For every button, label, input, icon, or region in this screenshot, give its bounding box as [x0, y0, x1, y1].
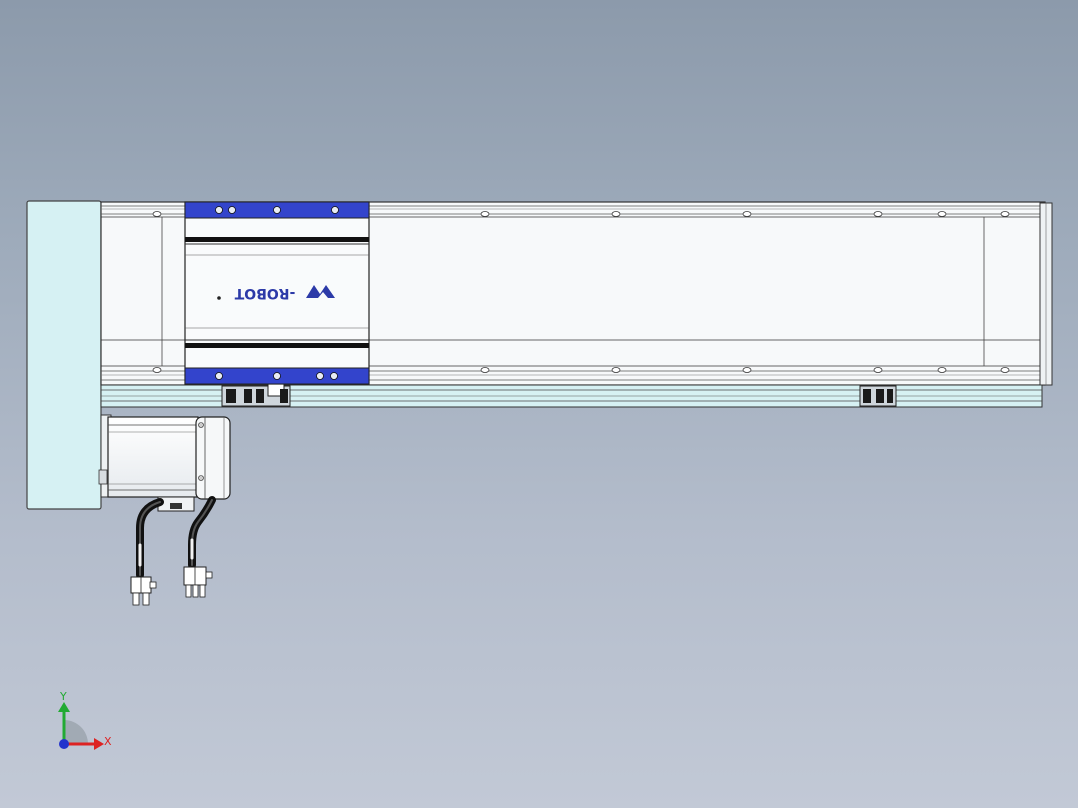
coordinate-triad: Y X [58, 690, 112, 750]
logo-text: -ROBOT [234, 285, 295, 301]
limit-sensor-right [859, 385, 897, 407]
cad-graphics-viewport[interactable]: -ROBOT Y X [0, 0, 1078, 808]
limit-sensor-left [221, 383, 291, 407]
model-drawing: -ROBOT Y X [26, 200, 1053, 750]
power-connector [183, 566, 213, 598]
triad-x-label: X [104, 735, 112, 748]
encoder-connector [130, 576, 157, 606]
end-plate [26, 200, 102, 510]
triad-y-label: Y [59, 690, 67, 703]
